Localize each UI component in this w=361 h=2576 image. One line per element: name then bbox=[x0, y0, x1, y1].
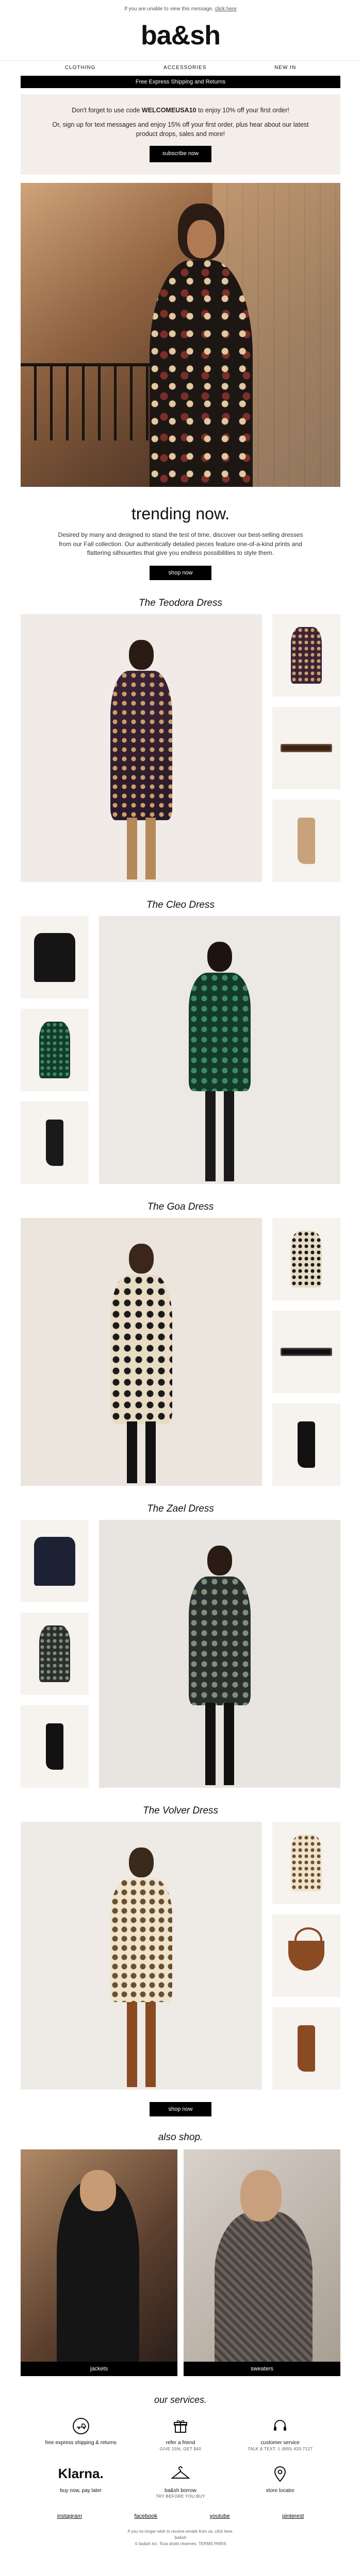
product-title-goa: The Goa Dress bbox=[147, 1201, 214, 1213]
service-sub: TALK & TEXT: 1 (800) 420-7127 bbox=[248, 2446, 313, 2451]
service-label: store locator bbox=[266, 2487, 294, 2494]
view-online-link[interactable]: click here bbox=[215, 6, 237, 12]
gift-icon bbox=[173, 2420, 187, 2433]
brand-logo[interactable]: ba&sh bbox=[0, 17, 361, 60]
service-customer[interactable]: customer service TALK & TEXT: 1 (800) 42… bbox=[231, 2416, 330, 2452]
trending-shop-now-button[interactable]: shop now bbox=[150, 566, 211, 581]
sweaters-image[interactable] bbox=[184, 2149, 340, 2362]
promo-line-1-pre: Don't forget to use code bbox=[72, 107, 142, 114]
product-thumb-belt[interactable] bbox=[272, 707, 340, 790]
service-borrow[interactable]: ba&sh borrow TRY BEFORE YOU BUY bbox=[130, 2464, 230, 2500]
product-thumb-dress[interactable] bbox=[21, 1009, 89, 1092]
top-nav: CLOTHING ACCESSORIES NEW IN bbox=[0, 60, 361, 76]
product-main-image[interactable] bbox=[99, 916, 340, 1184]
email-page: If you are unable to view this message, … bbox=[0, 0, 361, 2558]
hero-image[interactable] bbox=[21, 183, 340, 487]
products-shop-now-button[interactable]: shop now bbox=[150, 2102, 211, 2117]
service-label: buy now, pay later bbox=[60, 2487, 102, 2494]
footer-brand: ba&sh bbox=[174, 2535, 187, 2540]
nav-item-clothing[interactable]: CLOTHING bbox=[65, 65, 96, 71]
klarna-logo: Klarna. bbox=[58, 2466, 104, 2482]
product-thumb-jacket[interactable] bbox=[21, 916, 89, 999]
product-thumb-boots[interactable] bbox=[272, 2007, 340, 2090]
service-label: customer service bbox=[260, 2440, 300, 2446]
product-main-image[interactable] bbox=[21, 614, 262, 883]
product-main-image[interactable] bbox=[21, 1218, 262, 1486]
product-block-goa bbox=[21, 1218, 340, 1486]
trending-title: trending now. bbox=[131, 504, 230, 523]
product-thumb-dress[interactable] bbox=[272, 614, 340, 697]
service-store[interactable]: store locator bbox=[231, 2464, 330, 2500]
service-label: free express shipping & returns bbox=[45, 2440, 117, 2446]
services-grid: free express shipping & returns refer a … bbox=[31, 2416, 330, 2500]
subscribe-now-button[interactable]: subscribe now bbox=[150, 146, 211, 163]
service-refer[interactable]: refer a friend GIVE 15%, GET $40 bbox=[130, 2416, 230, 2452]
product-main-image[interactable] bbox=[99, 1520, 340, 1788]
product-title-volver: The Volver Dress bbox=[142, 1805, 219, 1817]
product-title-cleo: The Cleo Dress bbox=[146, 900, 215, 911]
social-pinterest-link[interactable]: pinterest bbox=[282, 2513, 304, 2519]
product-thumb-boots[interactable] bbox=[272, 800, 340, 883]
jackets-link[interactable]: jackets bbox=[21, 2362, 177, 2377]
product-main-image[interactable] bbox=[21, 1822, 262, 2090]
product-block-teodora bbox=[21, 614, 340, 883]
headset-icon bbox=[274, 2420, 287, 2431]
jackets-image[interactable] bbox=[21, 2149, 177, 2362]
product-thumb-dress[interactable] bbox=[21, 1613, 89, 1696]
product-thumb-belt[interactable] bbox=[272, 1311, 340, 1394]
shipping-banner: Free Express Shipping and Returns bbox=[21, 76, 340, 88]
footer: If you no longer wish to receive emails … bbox=[0, 2529, 361, 2557]
pin-icon bbox=[274, 2466, 286, 2482]
product-thumb-boots[interactable] bbox=[21, 1705, 89, 1788]
product-title-zael: The Zael Dress bbox=[147, 1503, 214, 1515]
services-title: our services. bbox=[154, 2395, 207, 2405]
service-sub: GIVE 15%, GET $40 bbox=[159, 2446, 202, 2451]
product-thumb-jacket[interactable] bbox=[21, 1520, 89, 1603]
unsubscribe-text[interactable]: If you no longer wish to receive emails … bbox=[0, 2529, 361, 2535]
also-shop-grid: jackets sweaters bbox=[21, 2149, 340, 2377]
product-thumb-boots[interactable] bbox=[272, 1403, 340, 1486]
product-title-teodora: The Teodora Dress bbox=[139, 598, 222, 609]
product-block-volver bbox=[21, 1822, 340, 2090]
product-thumb-dress[interactable] bbox=[272, 1822, 340, 1905]
social-links: instagram facebook youtube pinterest bbox=[31, 2513, 330, 2519]
social-facebook-link[interactable]: facebook bbox=[134, 2513, 157, 2519]
promo-line-1: Don't forget to use code WELCOMEUSA10 to… bbox=[41, 106, 320, 115]
promo-code: WELCOMEUSA10 bbox=[141, 107, 196, 114]
preheader: If you are unable to view this message, … bbox=[0, 0, 361, 17]
truck-icon bbox=[72, 2418, 89, 2435]
product-thumb-bag[interactable] bbox=[272, 1914, 340, 1997]
sweaters-link[interactable]: sweaters bbox=[184, 2362, 340, 2377]
product-block-zael bbox=[21, 1520, 340, 1788]
service-klarna[interactable]: Klarna. buy now, pay later bbox=[31, 2464, 130, 2500]
also-shop-card-jackets[interactable]: jackets bbox=[21, 2149, 177, 2377]
service-label: ba&sh borrow bbox=[165, 2487, 196, 2494]
service-shipping[interactable]: free express shipping & returns bbox=[31, 2416, 130, 2452]
product-thumb-boots[interactable] bbox=[21, 1101, 89, 1184]
social-youtube-link[interactable]: youtube bbox=[210, 2513, 230, 2519]
service-sub: TRY BEFORE YOU BUY bbox=[155, 2494, 206, 2499]
nav-item-accessories[interactable]: ACCESSORIES bbox=[163, 65, 206, 71]
also-shop-card-sweaters[interactable]: sweaters bbox=[184, 2149, 340, 2377]
social-instagram-link[interactable]: instagram bbox=[57, 2513, 82, 2519]
service-label: refer a friend bbox=[166, 2440, 195, 2446]
trending-description: Desired by many and designed to stand th… bbox=[58, 531, 303, 557]
promo-line-2: Or, sign up for text messages and enjoy … bbox=[52, 121, 309, 138]
promo-line-1-post: to enjoy 10% off your first order! bbox=[196, 107, 289, 114]
nav-item-new-in[interactable]: NEW IN bbox=[274, 65, 296, 71]
product-thumb-dress[interactable] bbox=[272, 1218, 340, 1301]
preheader-text: If you are unable to view this message, bbox=[124, 6, 214, 12]
hanger-icon bbox=[171, 2466, 190, 2479]
footer-legal: © ba&sh inc. Tous droits réservés. TERMS… bbox=[135, 2541, 226, 2547]
product-block-cleo bbox=[21, 916, 340, 1184]
promo-box: Don't forget to use code WELCOMEUSA10 to… bbox=[21, 94, 340, 175]
also-shop-title: also shop. bbox=[158, 2132, 203, 2143]
